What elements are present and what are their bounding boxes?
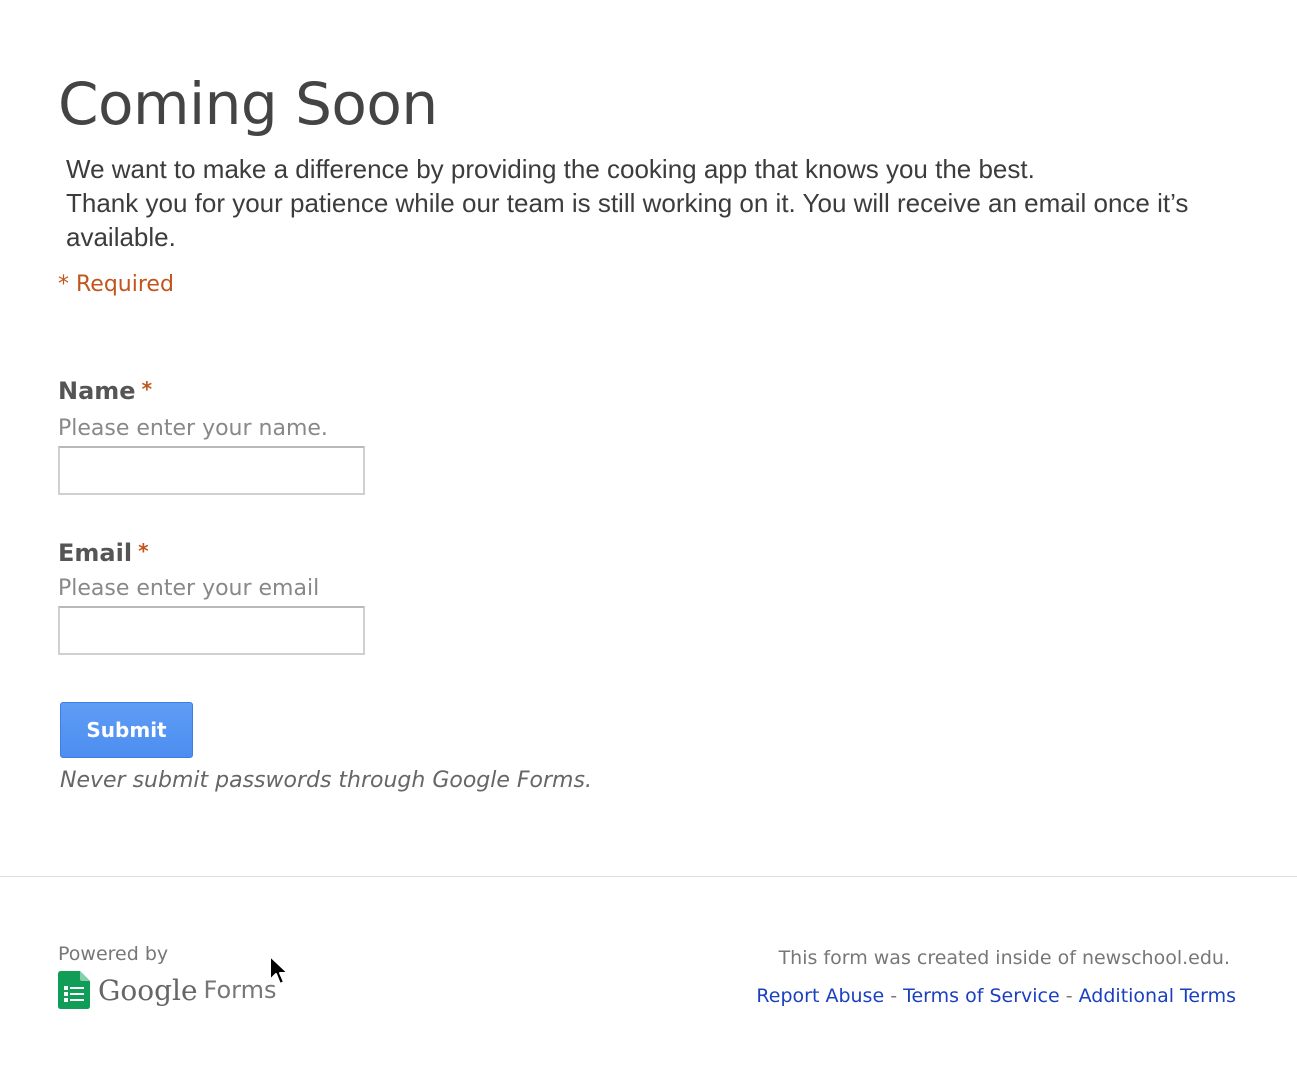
form-page: Coming Soon We want to make a difference… (0, 0, 1297, 1077)
footer-links: Report Abuse - Terms of Service - Additi… (756, 985, 1236, 1007)
name-question-label: Name * (58, 377, 152, 405)
email-input[interactable] (58, 606, 365, 655)
powered-by-label: Powered by (58, 943, 169, 965)
terms-of-service-link[interactable]: Terms of Service (903, 985, 1060, 1007)
email-question-label: Email * (58, 539, 149, 567)
description-line: Thank you for your patience while our te… (66, 188, 1189, 252)
link-separator: - (890, 985, 898, 1007)
link-separator: - (1065, 985, 1073, 1007)
created-inside-note: This form was created inside of newschoo… (778, 947, 1230, 969)
required-note: * Required (58, 272, 174, 297)
brand-google-text: Google (98, 973, 198, 1007)
description-line: We want to make a difference by providin… (66, 154, 1035, 184)
google-forms-logo-link[interactable]: Google Forms (58, 970, 277, 1010)
footer-divider (0, 876, 1297, 877)
brand-forms-text: Forms (203, 976, 277, 1004)
email-help-text: Please enter your email (58, 576, 320, 601)
form-description: We want to make a difference by providin… (66, 152, 1246, 254)
password-warning: Never submit passwords through Google Fo… (60, 768, 592, 793)
name-input[interactable] (58, 446, 365, 495)
email-label: Email (58, 539, 133, 567)
submit-button[interactable]: Submit (60, 702, 193, 758)
name-label: Name (58, 377, 136, 405)
required-star: * (138, 539, 149, 563)
form-title: Coming Soon (58, 70, 438, 138)
mouse-pointer-icon (269, 955, 289, 985)
name-help-text: Please enter your name. (58, 416, 328, 441)
report-abuse-link[interactable]: Report Abuse (756, 985, 884, 1007)
required-star: * (141, 377, 153, 401)
google-forms-icon (58, 971, 90, 1009)
additional-terms-link[interactable]: Additional Terms (1079, 985, 1236, 1007)
